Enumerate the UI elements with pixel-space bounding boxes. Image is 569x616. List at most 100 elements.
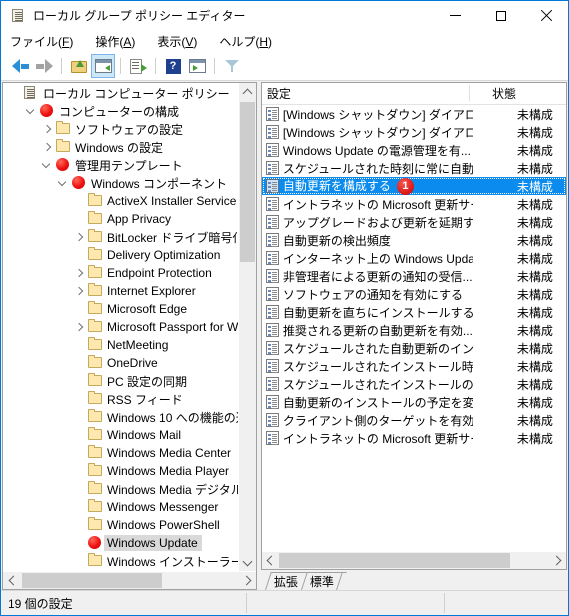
menu-help[interactable]: ヘルプ(H) xyxy=(219,31,281,52)
settings-list-row[interactable]: インターネット上の Windows Updat... 未構成 xyxy=(262,249,566,267)
close-button[interactable] xyxy=(523,1,568,30)
tab-extended[interactable]: 拡張 xyxy=(265,572,305,590)
chevron-down-icon[interactable] xyxy=(39,156,55,174)
export-list-button[interactable] xyxy=(126,54,150,78)
tree-vertical-scrollbar[interactable] xyxy=(238,83,256,571)
tree-scroll-left-button[interactable] xyxy=(3,572,20,589)
settings-list-row[interactable]: 非管理者による更新の通知の受信... 未構成 xyxy=(262,267,566,285)
tree-horizontal-scrollbar[interactable] xyxy=(3,571,256,589)
chevron-right-icon[interactable] xyxy=(39,120,55,138)
back-button[interactable] xyxy=(8,54,32,78)
tree-node[interactable]: Windows コンポーネント xyxy=(3,174,238,192)
settings-list-row[interactable]: 自動更新を直ちにインストールするこ... 未構成 xyxy=(262,303,566,321)
folder-icon xyxy=(87,553,105,569)
column-divider[interactable] xyxy=(468,85,470,101)
tab-standard[interactable]: 標準 xyxy=(301,572,341,590)
settings-list-row[interactable]: [Windows シャットダウン] ダイアログ ... 未構成 xyxy=(262,123,566,141)
list-scroll-right-button[interactable] xyxy=(549,552,566,569)
tree-node[interactable]: RSS フィード xyxy=(3,390,238,408)
tree-scroll-down-button[interactable] xyxy=(239,554,256,571)
filter-button[interactable] xyxy=(220,54,244,78)
settings-list-row[interactable]: 自動更新のインストールの予定を変... 未構成 xyxy=(262,393,566,411)
menu-action[interactable]: 操作(A) xyxy=(95,31,144,52)
chevron-right-icon[interactable] xyxy=(71,228,87,246)
tree-node-label: BitLocker ドライブ暗号化 xyxy=(107,230,238,245)
tree-node[interactable]: NetMeeting xyxy=(3,336,238,354)
tree-scroll-track[interactable] xyxy=(239,100,256,554)
tree-node[interactable]: Endpoint Protection xyxy=(3,264,238,282)
tree-node[interactable]: Delivery Optimization xyxy=(3,246,238,264)
tree-node[interactable]: 管理用テンプレート xyxy=(3,156,238,174)
chevron-down-icon[interactable] xyxy=(23,102,39,120)
help-button[interactable]: ? xyxy=(161,54,185,78)
settings-list-row[interactable]: 推奨される更新の自動更新を有効... 未構成 xyxy=(262,321,566,339)
settings-list-row[interactable]: アップグレードおよび更新を延期する 未構成 xyxy=(262,213,566,231)
settings-list-row[interactable]: スケジュールされた自動更新のインス... 未構成 xyxy=(262,339,566,357)
maximize-button[interactable] xyxy=(478,1,523,30)
properties-button[interactable] xyxy=(185,54,209,78)
tree-node-label: Windows 10 への機能の追 xyxy=(107,410,238,425)
tree-node[interactable]: Windows Media Center xyxy=(3,444,238,462)
setting-state: 未構成 xyxy=(516,305,553,320)
column-state[interactable]: 状態 xyxy=(470,83,566,104)
settings-list-row[interactable]: スケジュールされた時刻に常に自動的... 未構成 xyxy=(262,159,566,177)
tree-node[interactable]: コンピューターの構成 xyxy=(3,102,238,120)
policy-setting-icon xyxy=(265,412,283,428)
menu-view[interactable]: 表示(V) xyxy=(157,31,206,52)
tree-node[interactable]: Windows Media Player xyxy=(3,462,238,480)
chevron-right-icon[interactable] xyxy=(71,282,87,300)
tree-node[interactable]: Windows インストーラー xyxy=(3,552,238,570)
tree-scroll-right-button[interactable] xyxy=(239,572,256,589)
tree-hscroll-thumb[interactable] xyxy=(22,573,162,588)
tree-node[interactable]: Windows Mail xyxy=(3,426,238,444)
settings-list-row[interactable]: [Windows シャットダウン] ダイアログ ... 未構成 xyxy=(262,105,566,123)
title-bar[interactable]: ローカル グループ ポリシー エディター xyxy=(1,1,568,30)
settings-list-row[interactable]: 自動更新の検出頻度 未構成 xyxy=(262,231,566,249)
tree-node[interactable]: ActiveX Installer Service xyxy=(3,192,238,210)
settings-list-row[interactable]: クライアント側のターゲットを有効にする 未構成 xyxy=(262,411,566,429)
show-hide-console-tree-button[interactable] xyxy=(91,54,115,78)
policy-setting-icon xyxy=(265,142,283,158)
tree-hscroll-track[interactable] xyxy=(20,572,239,589)
tree-node[interactable]: Windows の設定 xyxy=(3,138,238,156)
tree-node[interactable]: ソフトウェアの設定 xyxy=(3,120,238,138)
up-one-level-button[interactable] xyxy=(67,54,91,78)
minimize-button[interactable] xyxy=(433,1,478,30)
settings-list-row[interactable]: イントラネットの Microsoft 更新サー... 未構成 xyxy=(262,195,566,213)
settings-list[interactable]: [Windows シャットダウン] ダイアログ ...未構成[Windows シ… xyxy=(261,105,566,551)
tree-node[interactable]: Microsoft Edge xyxy=(3,300,238,318)
settings-list-row[interactable]: スケジュールされたインストール時の再... 未構成 xyxy=(262,357,566,375)
forward-button[interactable] xyxy=(32,54,56,78)
settings-list-row[interactable]: 自動更新を構成する 1 未構成 xyxy=(261,177,566,196)
tree-node[interactable]: ローカル コンピューター ポリシー xyxy=(3,84,238,102)
policy-tree[interactable]: ローカル コンピューター ポリシー コンピューターの構成 ソフトウェアの設定 Wind… xyxy=(3,83,238,571)
tree-node[interactable]: Microsoft Passport for Wo xyxy=(3,318,238,336)
chevron-right-icon[interactable] xyxy=(71,318,87,336)
tree-node[interactable]: BitLocker ドライブ暗号化 xyxy=(3,228,238,246)
settings-list-row[interactable]: ソフトウェアの通知を有効にする 未構成 xyxy=(262,285,566,303)
tree-node[interactable]: App Privacy xyxy=(3,210,238,228)
settings-list-row[interactable]: スケジュールされたインストールの再起... 未構成 xyxy=(262,375,566,393)
settings-list-row[interactable]: Windows Update の電源管理を有... 未構成 xyxy=(262,141,566,159)
chevron-right-icon[interactable] xyxy=(39,138,55,156)
tree-node[interactable]: PC 設定の同期 xyxy=(3,372,238,390)
tree-node[interactable]: Internet Explorer xyxy=(3,282,238,300)
list-hscroll-thumb[interactable] xyxy=(278,553,510,568)
tree-node[interactable]: Windows Update xyxy=(3,534,238,552)
chevron-down-icon[interactable] xyxy=(55,174,71,192)
tree-node[interactable]: Windows Messenger xyxy=(3,498,238,516)
column-setting[interactable]: 設定 xyxy=(262,83,470,104)
tree-node-label: Windows Update xyxy=(104,535,202,551)
list-horizontal-scrollbar[interactable] xyxy=(261,551,566,569)
list-hscroll-track[interactable] xyxy=(278,552,549,569)
tree-node[interactable]: Windows PowerShell xyxy=(3,516,238,534)
chevron-right-icon[interactable] xyxy=(71,264,87,282)
tree-node[interactable]: Windows Media デジタル著 xyxy=(3,480,238,498)
tree-scroll-up-button[interactable] xyxy=(239,83,256,100)
tree-node[interactable]: Windows 10 への機能の追 xyxy=(3,408,238,426)
tree-scroll-thumb[interactable] xyxy=(240,102,255,262)
settings-list-row[interactable]: イントラネットの Microsoft 更新サー... 未構成 xyxy=(262,429,566,447)
tree-node[interactable]: OneDrive xyxy=(3,354,238,372)
menu-file[interactable]: ファイル(F) xyxy=(10,31,82,52)
list-scroll-left-button[interactable] xyxy=(262,552,279,569)
